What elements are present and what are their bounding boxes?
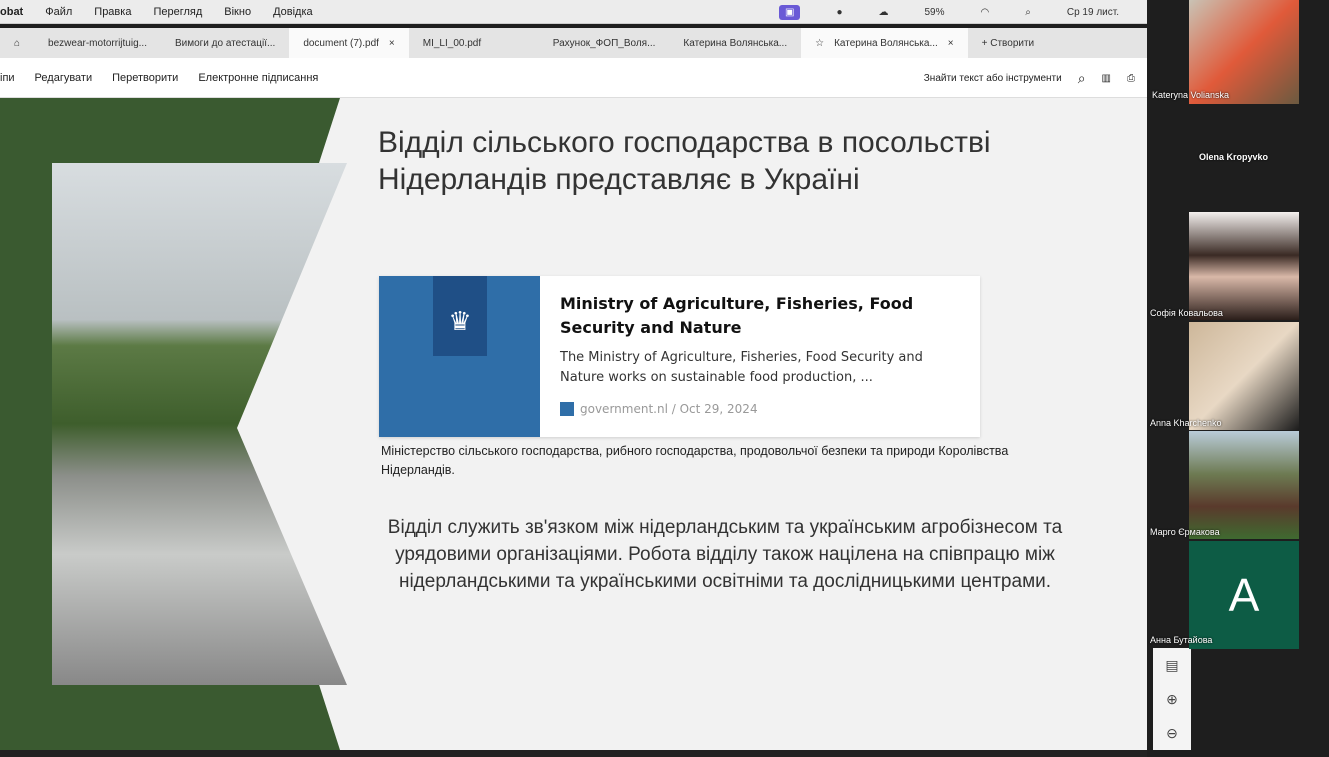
tab[interactable]: ☆ Катерина Волянська... × xyxy=(801,28,968,58)
app-name: obat xyxy=(0,5,24,18)
toolbar-edit[interactable]: Редагувати xyxy=(35,72,93,84)
participant-name: Olena Kropyvko xyxy=(1199,152,1269,162)
tab-label: Катерина Волянська... xyxy=(834,37,938,49)
tab[interactable]: Катерина Волянська... xyxy=(669,28,801,58)
search-icon[interactable]: ⌕ xyxy=(1025,7,1031,18)
zoom-toolbar: ▤ ⊕ ⊖ xyxy=(1153,648,1191,750)
card-caption: Міністерство сільського господарства, ри… xyxy=(381,444,1009,477)
card-source-text: government.nl / Oct 29, 2024 xyxy=(580,402,758,416)
participant-name: Anna Kharchenko xyxy=(1150,418,1222,428)
card-source: government.nl / Oct 29, 2024 xyxy=(560,402,758,416)
new-tab-button[interactable]: + Створити xyxy=(968,28,1049,58)
home-icon: ⌂ xyxy=(14,37,21,49)
star-icon[interactable]: ☆ xyxy=(815,38,824,49)
tab[interactable]: document (7).pdf × xyxy=(289,28,409,58)
toolbar-esign[interactable]: Електронне підписання xyxy=(198,72,318,84)
participant-name: Софія Ковальова xyxy=(1150,308,1223,318)
page-icon[interactable]: ▤ xyxy=(1165,657,1178,674)
battery-label: 59% xyxy=(924,6,945,18)
menu-view[interactable]: Перегляд xyxy=(153,6,202,18)
video-tile[interactable] xyxy=(1189,431,1299,539)
participant-name: Марго Єрмакова xyxy=(1150,527,1220,537)
zoom-in-icon[interactable]: ⊕ xyxy=(1166,691,1178,708)
tab[interactable]: Рахунок_ФОП_Воля... xyxy=(539,28,670,58)
document-page: Відділ сільського господарства в посольс… xyxy=(0,98,1147,750)
layout-icon[interactable]: ▥ xyxy=(1102,73,1111,84)
datetime[interactable]: Ср 19 лист. xyxy=(1067,7,1119,18)
menu-edit[interactable]: Правка xyxy=(94,6,131,18)
menu-window[interactable]: Вікно xyxy=(224,6,251,18)
slide-title: Відділ сільського господарства в посольс… xyxy=(378,126,991,196)
card-image: ♛ xyxy=(379,276,540,437)
tab[interactable]: bezwear-motorrijtuig... xyxy=(34,28,161,58)
menu-help[interactable]: Довідка xyxy=(273,6,313,18)
tab-label: MI_LI_00.pdf xyxy=(422,37,482,49)
zoom-out-icon[interactable]: ⊖ xyxy=(1166,725,1178,742)
tab-label: Рахунок_ФОП_Воля... xyxy=(552,37,656,49)
video-tile[interactable]: A xyxy=(1189,541,1299,649)
cloud-icon[interactable]: ☁ xyxy=(879,7,889,18)
tab-label: Катерина Волянська... xyxy=(683,37,788,49)
link-card[interactable]: ♛ Ministry of Agriculture, Fisheries, Fo… xyxy=(379,276,980,437)
search-icon[interactable]: ⌕ xyxy=(1078,70,1086,87)
video-tile[interactable] xyxy=(1189,322,1299,430)
close-icon[interactable]: × xyxy=(948,38,954,49)
participant-name: Анна Бутайова xyxy=(1150,635,1213,645)
coat-of-arms-icon: ♛ xyxy=(433,276,487,356)
video-tile[interactable] xyxy=(1189,0,1299,104)
tab[interactable]: MI_LI_00.pdf xyxy=(409,28,539,58)
system-tray: ▣ ● ☁ 59% ◠ ⌕ Ср 19 лист. xyxy=(779,0,1141,24)
avatar-letter: A xyxy=(1228,569,1260,621)
wifi-icon[interactable]: ◠ xyxy=(981,7,990,18)
toolbar: іпи Редагувати Перетворити Електронне пі… xyxy=(0,58,1147,98)
home-tab[interactable]: ⌂ xyxy=(0,28,34,58)
greenhouse-photo xyxy=(52,163,347,685)
favicon-icon xyxy=(560,402,574,416)
card-description: The Ministry of Agriculture, Fisheries, … xyxy=(560,350,923,385)
bottom-strip xyxy=(0,750,1147,757)
menubar: obat Файл Правка Перегляд Вікно Довідка … xyxy=(0,0,1147,24)
menu-file[interactable]: Файл xyxy=(45,6,72,18)
tab-label: document (7).pdf xyxy=(303,37,379,49)
app-icon[interactable]: ● xyxy=(836,7,842,18)
tab-label: bezwear-motorrijtuig... xyxy=(48,37,147,49)
toolbar-item[interactable]: іпи xyxy=(0,72,15,84)
card-title: Ministry of Agriculture, Fisheries, Food… xyxy=(560,294,914,337)
participant-name: Kateryna Volianska xyxy=(1152,90,1230,100)
tab-bar: ⌂ bezwear-motorrijtuig... Вимоги до атес… xyxy=(0,28,1147,58)
print-icon[interactable]: ⎙ xyxy=(1127,73,1135,84)
tab[interactable]: Вимоги до атестації... xyxy=(161,28,289,58)
close-icon[interactable]: × xyxy=(389,38,395,49)
toolbar-convert[interactable]: Перетворити xyxy=(112,72,178,84)
slide-body: Відділ служить зв'язком між нідерландськ… xyxy=(387,517,1063,592)
video-tile[interactable] xyxy=(1189,212,1299,320)
tab-label: Вимоги до атестації... xyxy=(174,37,276,49)
screen-share-icon[interactable]: ▣ xyxy=(779,4,801,20)
search-tools-input[interactable]: Знайти текст або інструменти xyxy=(924,73,1062,84)
